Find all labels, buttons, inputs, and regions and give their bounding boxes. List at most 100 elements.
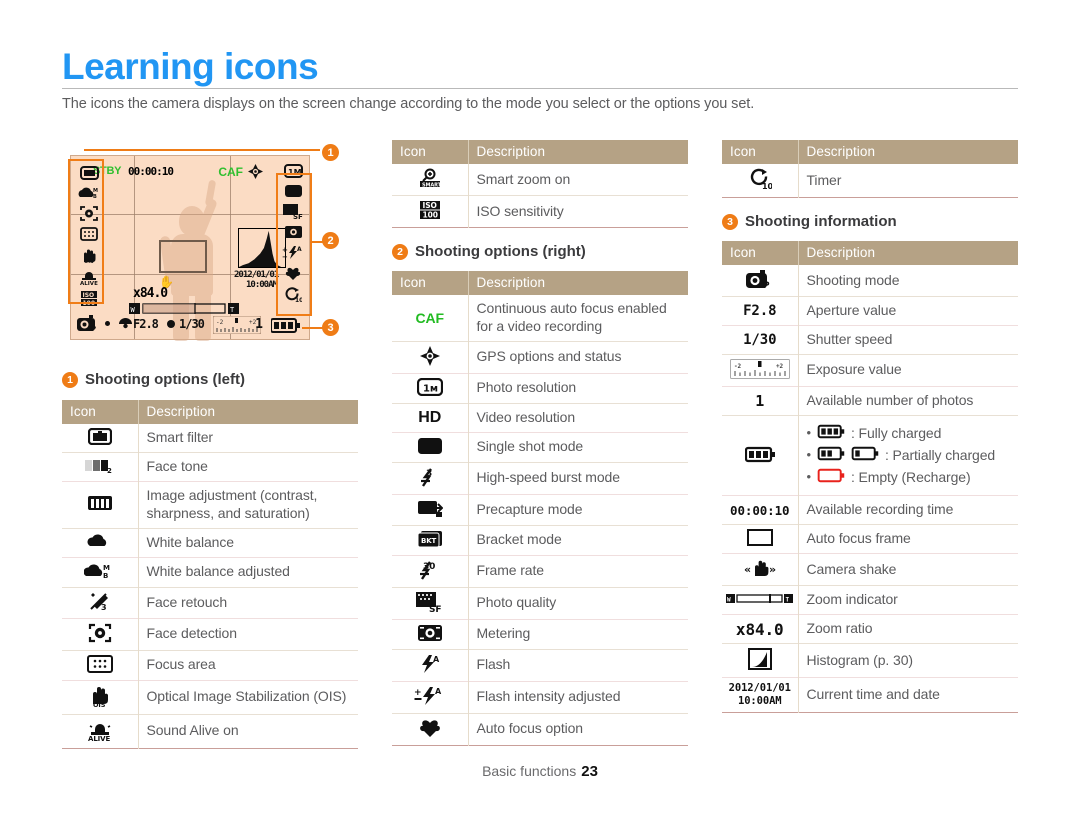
table-row: 1 Available number of photos [722, 386, 1018, 416]
table-row: 1/30 Shutter speed [722, 325, 1018, 355]
svg-text:-2: -2 [216, 319, 224, 326]
row-description: High-speed burst mode [476, 469, 621, 486]
svg-text:3: 3 [101, 603, 106, 611]
callout-box-left [68, 159, 104, 304]
row-description: White balance adjusted [146, 563, 290, 580]
column-header-icon: Icon [62, 400, 139, 424]
section-badge-2: 2 [392, 243, 408, 260]
battery-icon [722, 415, 799, 496]
svg-text:+2: +2 [776, 363, 784, 370]
single-shot-icon [392, 432, 469, 463]
svg-text:«: « [744, 563, 751, 576]
battery-icon [270, 318, 301, 338]
table-row: Smart filter [62, 424, 358, 453]
camera-lcd: STBY 00:00:10 CAF 2012/01/01 10:00AM ✋ x… [70, 155, 310, 341]
shutter-readout: 1/30 [179, 317, 205, 331]
svg-text:SF: SF [429, 605, 441, 612]
photo-quality-icon: SF [392, 587, 469, 620]
table-row: HD Video resolution [392, 403, 688, 433]
camera-shake-icon: «» [722, 553, 799, 586]
table-row: 3 Face retouch [62, 587, 358, 619]
battery-states-list: • : Fully charged • : Partially charged [798, 415, 1018, 496]
exposure-value-icon: -2 +2 [722, 354, 799, 387]
row-description: Flash intensity adjusted [476, 688, 621, 705]
row-description: Smart filter [146, 429, 214, 446]
section-badge-1: 1 [62, 371, 78, 388]
column-header-icon: Icon [722, 241, 799, 265]
row-description: Current time and date [806, 686, 940, 703]
section-title: Shooting information [745, 213, 897, 230]
aperture-icon: F2.8 [722, 296, 799, 326]
row-description: Smart zoom on [476, 170, 571, 187]
row-description: Metering [476, 625, 531, 642]
lcd-date: 2012/01/01 [234, 270, 279, 280]
table-header-row: Icon Description [722, 140, 1018, 164]
row-description: Bracket mode [476, 531, 562, 548]
column-header-icon: Icon [392, 140, 469, 164]
table-header-row: Icon Description [722, 241, 1018, 265]
table-row: CAF Continuous auto focus enabled for a … [392, 295, 688, 342]
photos-left-readout: 1 [255, 317, 263, 332]
iso-icon: ISO 100 [392, 195, 469, 228]
table-row: «» Camera shake [722, 553, 1018, 586]
zoom-indicator-icon: WT [722, 585, 799, 615]
photos-available-icon: 1 [722, 386, 799, 416]
face-retouch-icon: 3 [62, 587, 139, 619]
battery-one-third-icon [851, 446, 879, 466]
row-description: Auto focus option [476, 720, 584, 737]
table-row: 2012/01/01 10:00AM Current time and date [722, 677, 1018, 713]
table-row: x84.0 Zoom ratio [722, 614, 1018, 644]
table-header-row: Icon Description [392, 140, 688, 164]
column-header-icon: Icon [722, 140, 799, 164]
photo-resolution-icon: 1м [392, 373, 469, 404]
table-row: F2.8 Aperture value [722, 296, 1018, 326]
row-description: Single shot mode [476, 438, 584, 455]
table-row: GPS options and status [392, 341, 688, 374]
row-description: Available recording time [806, 501, 954, 518]
row-description: Optical Image Stabilization (OIS) [146, 688, 347, 705]
column-header-description: Description [138, 400, 358, 424]
column-header-description: Description [468, 271, 688, 295]
table-row: OIS Optical Image Stabilization (OIS) [62, 680, 358, 715]
row-description: Exposure value [806, 361, 902, 378]
image-adjustment-icon [62, 481, 139, 529]
smart-zoom-icon: SMART [392, 164, 469, 196]
histogram-icon [722, 643, 799, 678]
recording-time-readout: 00:00:10 [128, 165, 174, 178]
section-badge-3: 3 [722, 213, 738, 230]
table-shooting-options-left-continued: Icon Description SMART Smart zoom on ISO… [392, 140, 688, 228]
gps-icon [248, 164, 263, 184]
page-title: Learning icons [62, 46, 319, 87]
date-line: 2012/01/01 [728, 682, 791, 695]
shooting-mode-icon: P [722, 265, 799, 297]
recording-time-icon: 00:00:10 [722, 495, 799, 525]
caf-label: CAF [218, 165, 243, 179]
gps-icon [392, 341, 469, 374]
svg-text:10: 10 [762, 182, 772, 190]
svg-text:P: P [91, 325, 96, 332]
row-description: Face retouch [146, 593, 228, 610]
high-speed-burst-icon: 3 [392, 462, 469, 495]
battery-full-icon [817, 424, 845, 444]
separator-dot [105, 321, 110, 326]
table-row: Auto focus frame [722, 524, 1018, 554]
ois-icon: OIS [62, 680, 139, 715]
svg-text:ISO: ISO [422, 201, 436, 210]
list-item: • : Empty (Recharge) [807, 468, 1011, 488]
svg-text:T: T [785, 597, 789, 604]
row-description: Shooting mode [806, 271, 900, 288]
list-item: • : Partially charged [807, 446, 1011, 466]
metering-icon [392, 619, 469, 650]
table-row: ISO 100 ISO sensitivity [392, 195, 688, 228]
table-row: Histogram (p. 30) [722, 643, 1018, 678]
row-description: Face detection [146, 625, 238, 642]
table-row: ALIVE Sound Alive on [62, 714, 358, 749]
table-row: 3 High-speed burst mode [392, 462, 688, 495]
row-description: Image adjustment (contrast, sharpness, a… [146, 487, 318, 521]
shutter-speed-icon: 1/30 [722, 325, 799, 355]
table-row: Single shot mode [392, 432, 688, 463]
section-heading-shooting-options-right: 2 Shooting options (right) [392, 243, 586, 260]
table-row: Image adjustment (contrast, sharpness, a… [62, 481, 358, 529]
row-description: White balance [146, 533, 235, 550]
svg-text:OIS: OIS [93, 701, 106, 707]
